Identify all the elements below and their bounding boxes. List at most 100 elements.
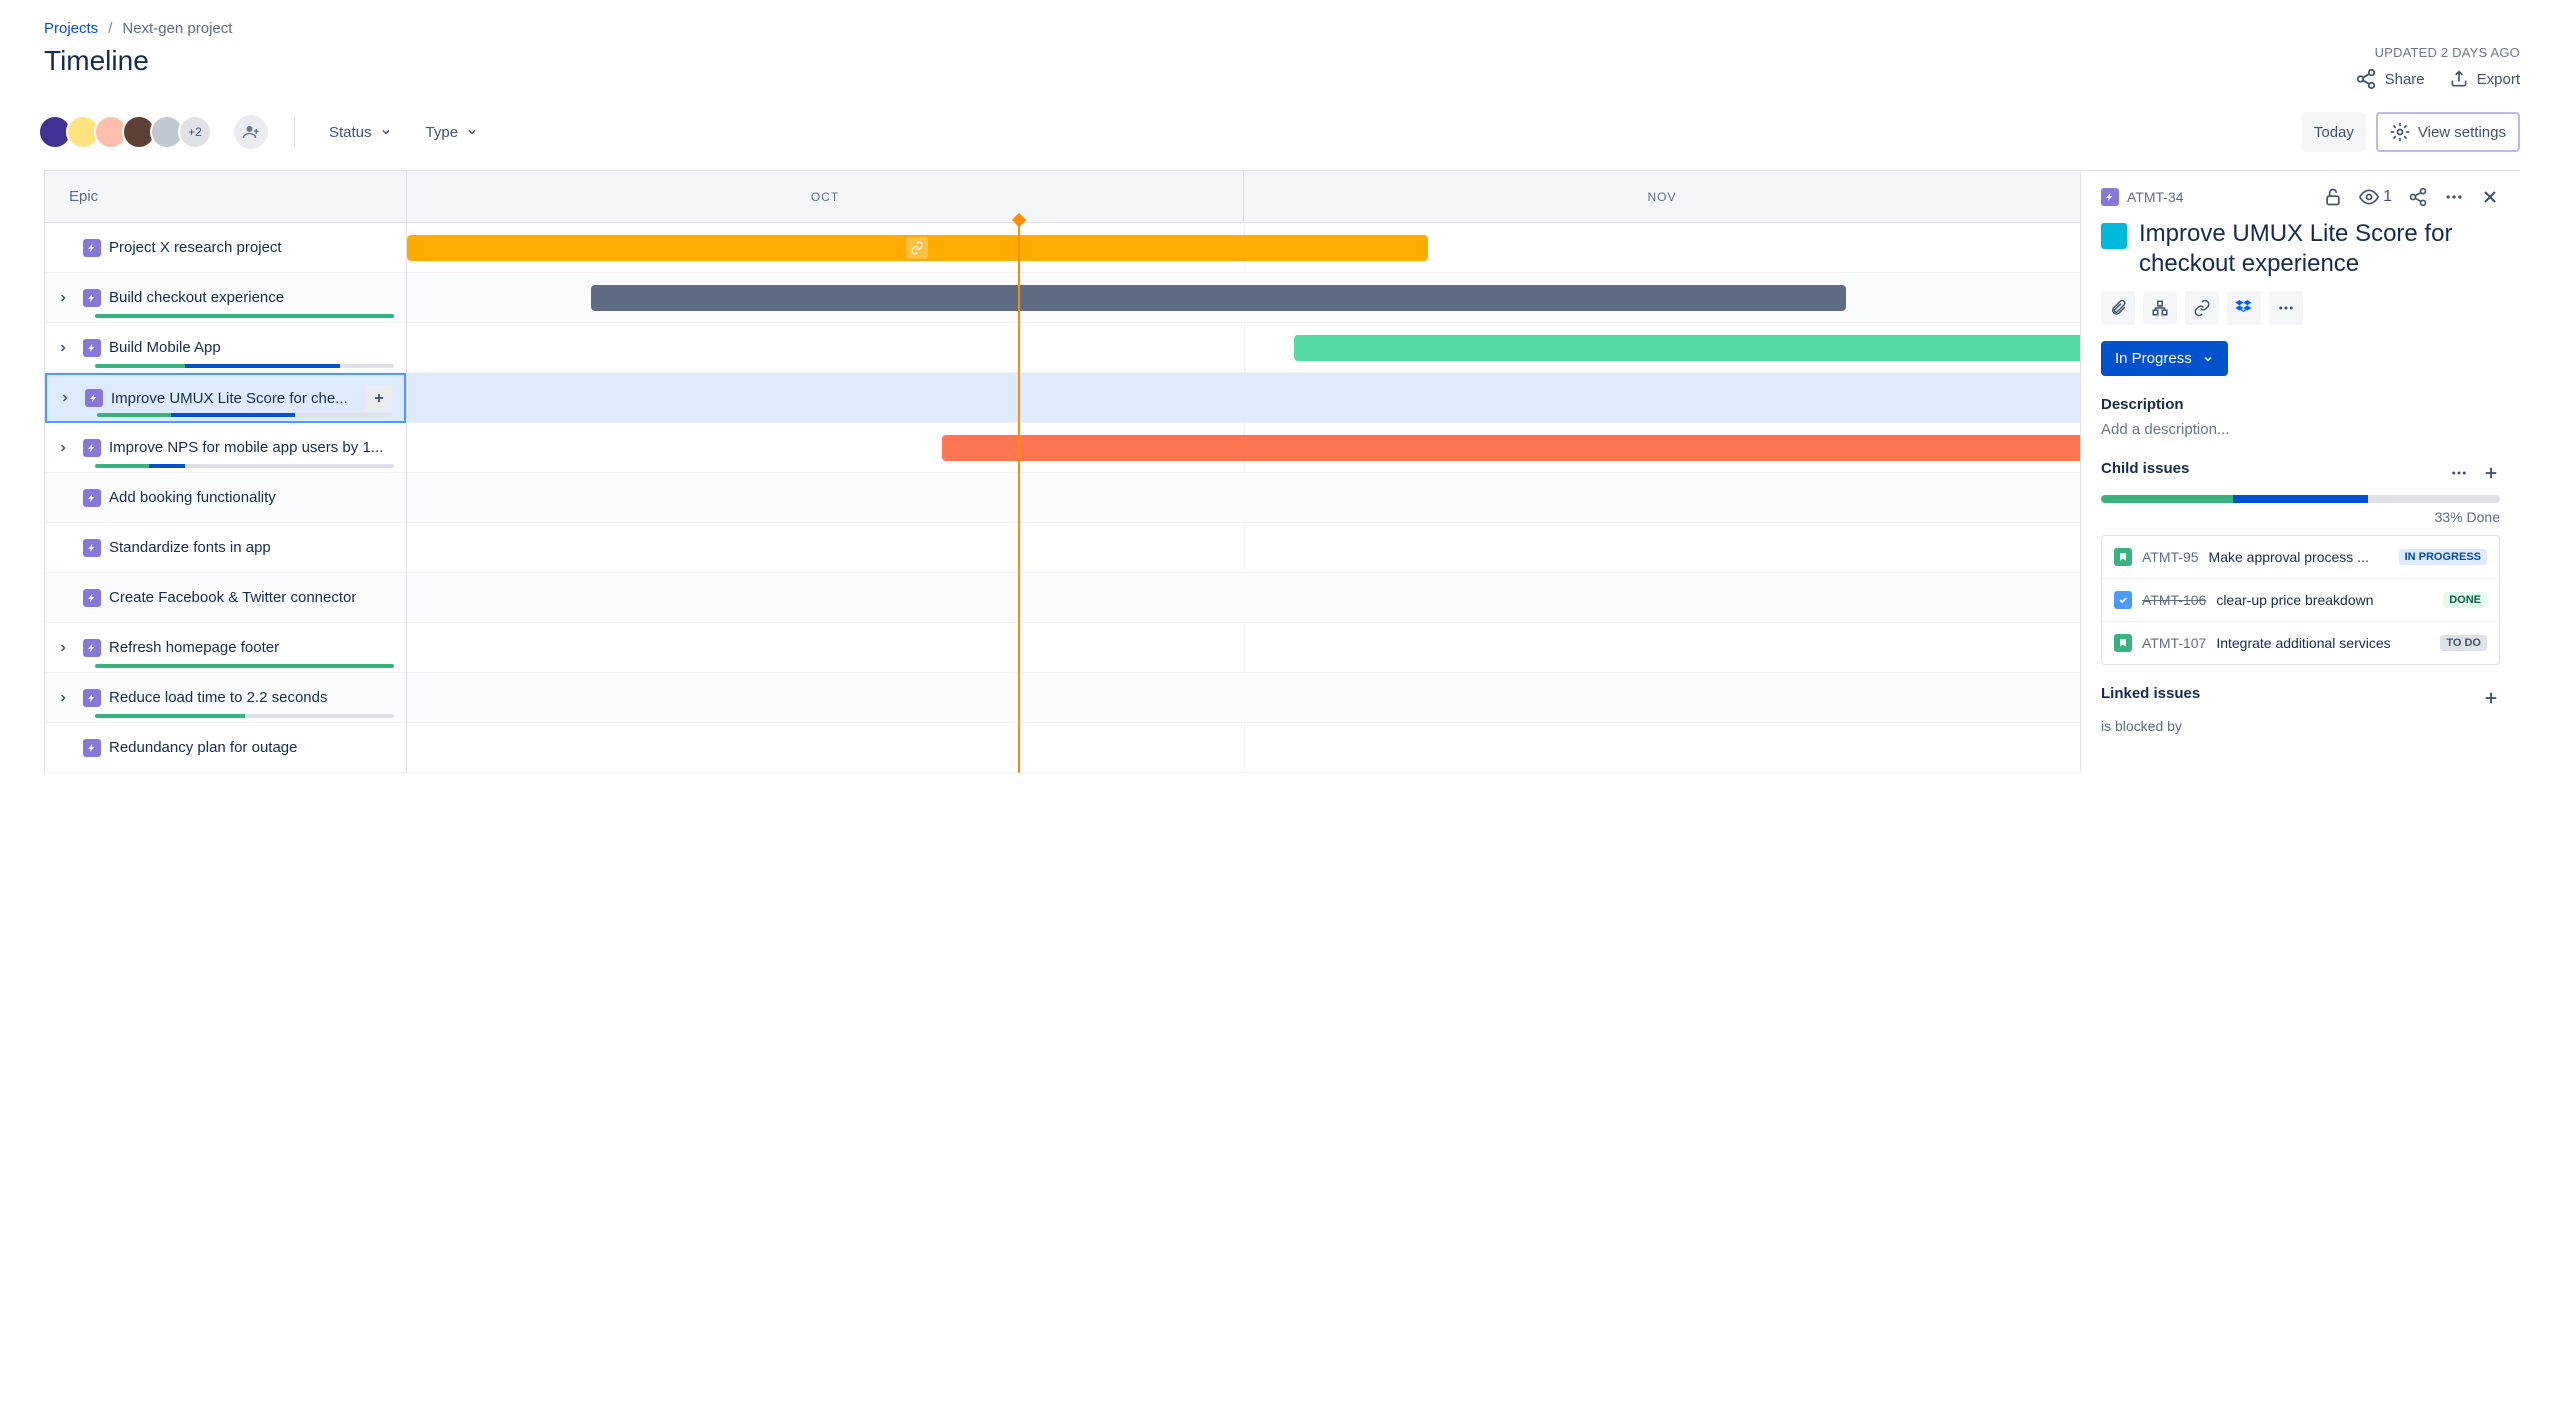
description-field[interactable]: Add a description... bbox=[2101, 421, 2500, 438]
avatar-group[interactable]: +2 bbox=[44, 115, 212, 149]
share-button[interactable]: Share bbox=[2355, 68, 2425, 90]
share-icon[interactable] bbox=[2408, 187, 2428, 207]
epic-title: Standardize fonts in app bbox=[109, 539, 394, 556]
breadcrumb: Projects / Next-gen project bbox=[44, 20, 2520, 37]
attach-button[interactable] bbox=[2101, 291, 2135, 325]
avatar-more[interactable]: +2 bbox=[178, 115, 212, 149]
timeline-row[interactable] bbox=[407, 223, 2080, 273]
child-issue-row[interactable]: ATMT-106clear-up price breakdownDONE bbox=[2102, 579, 2499, 622]
dropbox-button[interactable] bbox=[2227, 291, 2261, 325]
epic-icon bbox=[83, 739, 101, 757]
timeline-row[interactable] bbox=[407, 723, 2080, 773]
story-icon bbox=[2114, 634, 2132, 652]
epic-icon bbox=[83, 489, 101, 507]
timeline-row[interactable] bbox=[407, 573, 2080, 623]
more-apps-button[interactable] bbox=[2269, 291, 2303, 325]
type-filter[interactable]: Type bbox=[418, 118, 487, 147]
child-progress-bar bbox=[2101, 495, 2500, 503]
issue-color[interactable] bbox=[2101, 223, 2127, 249]
close-icon[interactable] bbox=[2480, 187, 2500, 207]
month-header: NOV bbox=[1243, 171, 2080, 222]
expand-chevron[interactable] bbox=[57, 692, 75, 704]
issue-detail-panel: ATMT-34 1 Improve UMUX Lite Score for ch… bbox=[2080, 171, 2520, 773]
child-key: ATMT-107 bbox=[2142, 635, 2206, 651]
epic-icon bbox=[83, 539, 101, 557]
child-issue-row[interactable]: ATMT-107Integrate additional servicesTO … bbox=[2102, 622, 2499, 664]
epic-row[interactable]: Add booking functionality bbox=[45, 473, 406, 523]
more-icon[interactable] bbox=[2444, 187, 2464, 207]
add-linked-button[interactable] bbox=[2482, 689, 2500, 707]
status-filter[interactable]: Status bbox=[321, 118, 400, 147]
expand-chevron[interactable] bbox=[57, 442, 75, 454]
timeline-row[interactable] bbox=[407, 623, 2080, 673]
done-percent: 33% Done bbox=[2101, 509, 2500, 525]
linked-issues-label: Linked issues bbox=[2101, 685, 2200, 702]
breadcrumb-projects[interactable]: Projects bbox=[44, 20, 98, 37]
child-status[interactable]: IN PROGRESS bbox=[2399, 549, 2487, 565]
sort-child-button[interactable] bbox=[2450, 464, 2468, 482]
epic-progress bbox=[97, 413, 392, 417]
view-settings-button[interactable]: View settings bbox=[2376, 112, 2520, 152]
timeline-row[interactable] bbox=[407, 473, 2080, 523]
epic-bar[interactable] bbox=[591, 285, 1846, 311]
expand-chevron[interactable] bbox=[59, 392, 77, 404]
timeline-row[interactable] bbox=[407, 673, 2080, 723]
expand-chevron[interactable] bbox=[57, 342, 75, 354]
epic-icon bbox=[83, 239, 101, 257]
today-button[interactable]: Today bbox=[2302, 112, 2366, 152]
epic-icon bbox=[83, 589, 101, 607]
epic-column-header: Epic bbox=[45, 171, 406, 223]
epic-title: Reduce load time to 2.2 seconds bbox=[109, 689, 394, 706]
story-icon bbox=[2114, 548, 2132, 566]
link-button[interactable] bbox=[2185, 291, 2219, 325]
epic-title: Improve NPS for mobile app users by 1... bbox=[109, 439, 394, 456]
epic-row[interactable]: Build Mobile App bbox=[45, 323, 406, 373]
child-issue-row[interactable]: ATMT-95Make approval process ...IN PROGR… bbox=[2102, 536, 2499, 579]
epic-row[interactable]: Improve NPS for mobile app users by 1... bbox=[45, 423, 406, 473]
child-status[interactable]: TO DO bbox=[2440, 635, 2487, 651]
epic-progress bbox=[95, 314, 394, 318]
child-status[interactable]: DONE bbox=[2443, 592, 2487, 608]
linked-relation: is blocked by bbox=[2101, 718, 2500, 734]
child-issue-button[interactable] bbox=[2143, 291, 2177, 325]
breadcrumb-current[interactable]: Next-gen project bbox=[122, 20, 232, 37]
child-key: ATMT-106 bbox=[2142, 592, 2206, 608]
issue-key[interactable]: ATMT-34 bbox=[2101, 188, 2184, 206]
timeline-row[interactable] bbox=[407, 273, 2080, 323]
epic-bar[interactable] bbox=[942, 435, 2080, 461]
epic-progress bbox=[95, 714, 394, 718]
timeline-row[interactable] bbox=[407, 323, 2080, 373]
epic-row[interactable]: Redundancy plan for outage bbox=[45, 723, 406, 773]
add-child-button[interactable] bbox=[366, 385, 392, 411]
epic-row[interactable]: Refresh homepage footer bbox=[45, 623, 406, 673]
link-icon bbox=[906, 237, 928, 259]
epic-bar[interactable] bbox=[407, 235, 1428, 261]
epic-row[interactable]: Standardize fonts in app bbox=[45, 523, 406, 573]
expand-chevron[interactable] bbox=[57, 642, 75, 654]
epic-row[interactable]: Improve UMUX Lite Score for che... bbox=[45, 373, 406, 423]
export-button[interactable]: Export bbox=[2449, 69, 2520, 89]
timeline-row[interactable] bbox=[407, 523, 2080, 573]
status-dropdown[interactable]: In Progress bbox=[2101, 341, 2228, 376]
epic-title: Redundancy plan for outage bbox=[109, 739, 394, 756]
epic-row[interactable]: Build checkout experience bbox=[45, 273, 406, 323]
add-user-button[interactable] bbox=[234, 115, 268, 149]
updated-time: UPDATED 2 DAYS AGO bbox=[2355, 45, 2520, 60]
timeline-row[interactable] bbox=[407, 423, 2080, 473]
epic-bar[interactable] bbox=[1294, 335, 2080, 361]
epic-row[interactable]: Project X research project bbox=[45, 223, 406, 273]
divider bbox=[294, 118, 295, 146]
epic-row[interactable]: Reduce load time to 2.2 seconds bbox=[45, 673, 406, 723]
expand-chevron[interactable] bbox=[57, 292, 75, 304]
epic-icon bbox=[83, 689, 101, 707]
unlock-icon[interactable] bbox=[2323, 187, 2343, 207]
child-summary: Make approval process ... bbox=[2209, 549, 2389, 565]
epic-icon bbox=[2101, 188, 2119, 206]
child-issues-label: Child issues bbox=[2101, 460, 2189, 477]
epic-icon bbox=[83, 439, 101, 457]
issue-title[interactable]: Improve UMUX Lite Score for checkout exp… bbox=[2139, 219, 2500, 279]
epic-row[interactable]: Create Facebook & Twitter connector bbox=[45, 573, 406, 623]
timeline-row[interactable] bbox=[407, 373, 2080, 423]
watch-button[interactable]: 1 bbox=[2359, 187, 2392, 207]
add-child-button[interactable] bbox=[2482, 464, 2500, 482]
